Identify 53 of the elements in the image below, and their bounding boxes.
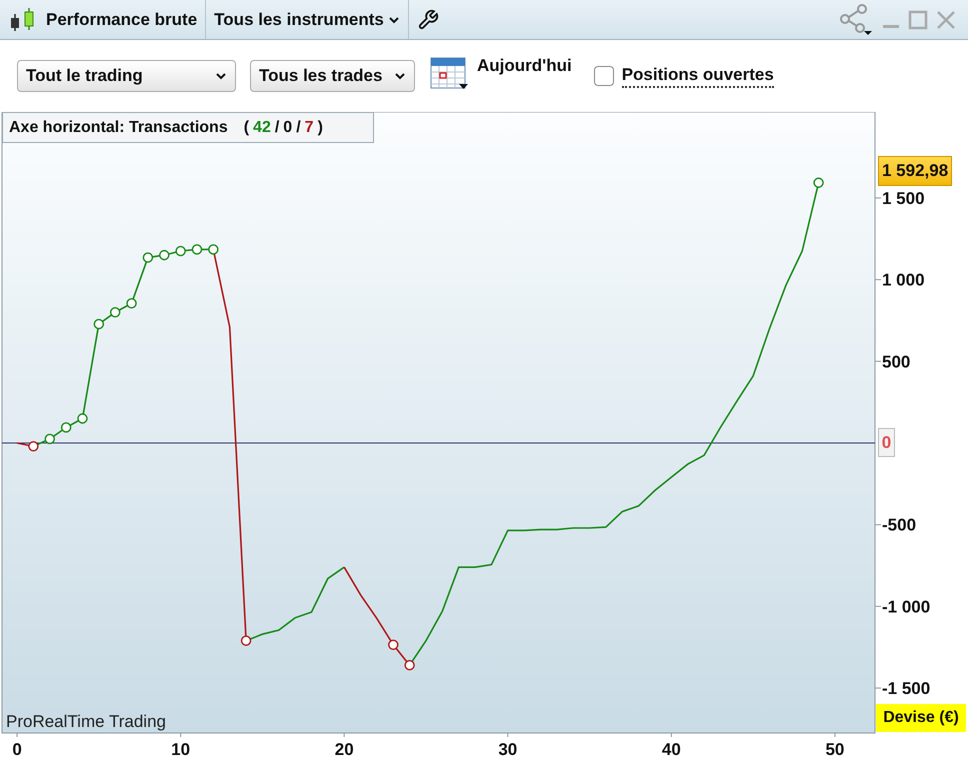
y-tick-label: 1 000 — [882, 270, 925, 290]
trade-marker — [28, 441, 39, 452]
open-paren: ( — [244, 118, 250, 138]
y-tick-label: -1 000 — [882, 597, 930, 616]
trade-marker — [813, 178, 824, 188]
trade-marker — [110, 307, 120, 318]
losers-count: 7 — [304, 118, 314, 138]
trade-marker — [44, 434, 55, 444]
trade-marker — [192, 244, 202, 255]
y-tick-label: -500 — [882, 516, 916, 535]
scope-select[interactable]: Tout le trading — [17, 60, 236, 92]
trade-marker — [60, 422, 72, 433]
instrument-dropdown[interactable]: Tous les instruments — [206, 0, 409, 39]
separator: / — [274, 118, 280, 138]
trades-select[interactable]: Tous les trades — [250, 60, 415, 92]
trade-marker — [159, 250, 170, 260]
trade-marker — [142, 252, 154, 263]
x-tick-label: 30 — [498, 740, 518, 759]
y-tick-label: 1 500 — [882, 188, 925, 208]
trade-marker — [208, 244, 219, 255]
zero-label: 0 — [878, 428, 895, 457]
x-tick-label: 0 — [12, 740, 22, 759]
close-icon[interactable] — [936, 10, 956, 30]
x-tick-label: 10 — [171, 740, 190, 759]
share-icon[interactable] — [838, 2, 874, 36]
trade-marker — [404, 660, 415, 670]
neutral-count: 0 — [283, 118, 292, 138]
brand-label: ProRealTime Trading — [6, 711, 166, 733]
y-tick-label: -1 500 — [882, 679, 930, 698]
trade-marker — [175, 246, 186, 256]
chevron-icon — [394, 72, 406, 80]
currency-label: Devise (€) — [876, 704, 966, 732]
trade-marker — [240, 636, 252, 646]
winners-count: 42 — [253, 118, 271, 138]
chevron-icon — [388, 16, 400, 24]
maximize-icon[interactable] — [908, 10, 928, 30]
separator: / — [296, 118, 301, 138]
trade-marker — [94, 318, 104, 330]
trade-marker — [126, 298, 137, 309]
x-tick-label: 40 — [662, 740, 681, 759]
open-positions-label[interactable]: Positions ouvertes — [622, 64, 774, 88]
trade-marker — [77, 413, 88, 424]
window-title: Performance brute — [46, 8, 198, 31]
open-positions-checkbox[interactable] — [594, 66, 614, 86]
close-paren: ) — [318, 118, 323, 138]
chevron-icon — [215, 72, 227, 80]
last-value-badge: 1 592,98 — [878, 156, 952, 186]
wrench-icon — [416, 8, 439, 30]
x-tick-label: 50 — [825, 740, 844, 759]
date-label[interactable]: Aujourd'hui — [477, 53, 572, 78]
y-tick-label: 500 — [882, 352, 910, 372]
axis-label: Axe horizontal: Transactions — [9, 118, 228, 138]
x-tick-label: 20 — [334, 740, 354, 759]
